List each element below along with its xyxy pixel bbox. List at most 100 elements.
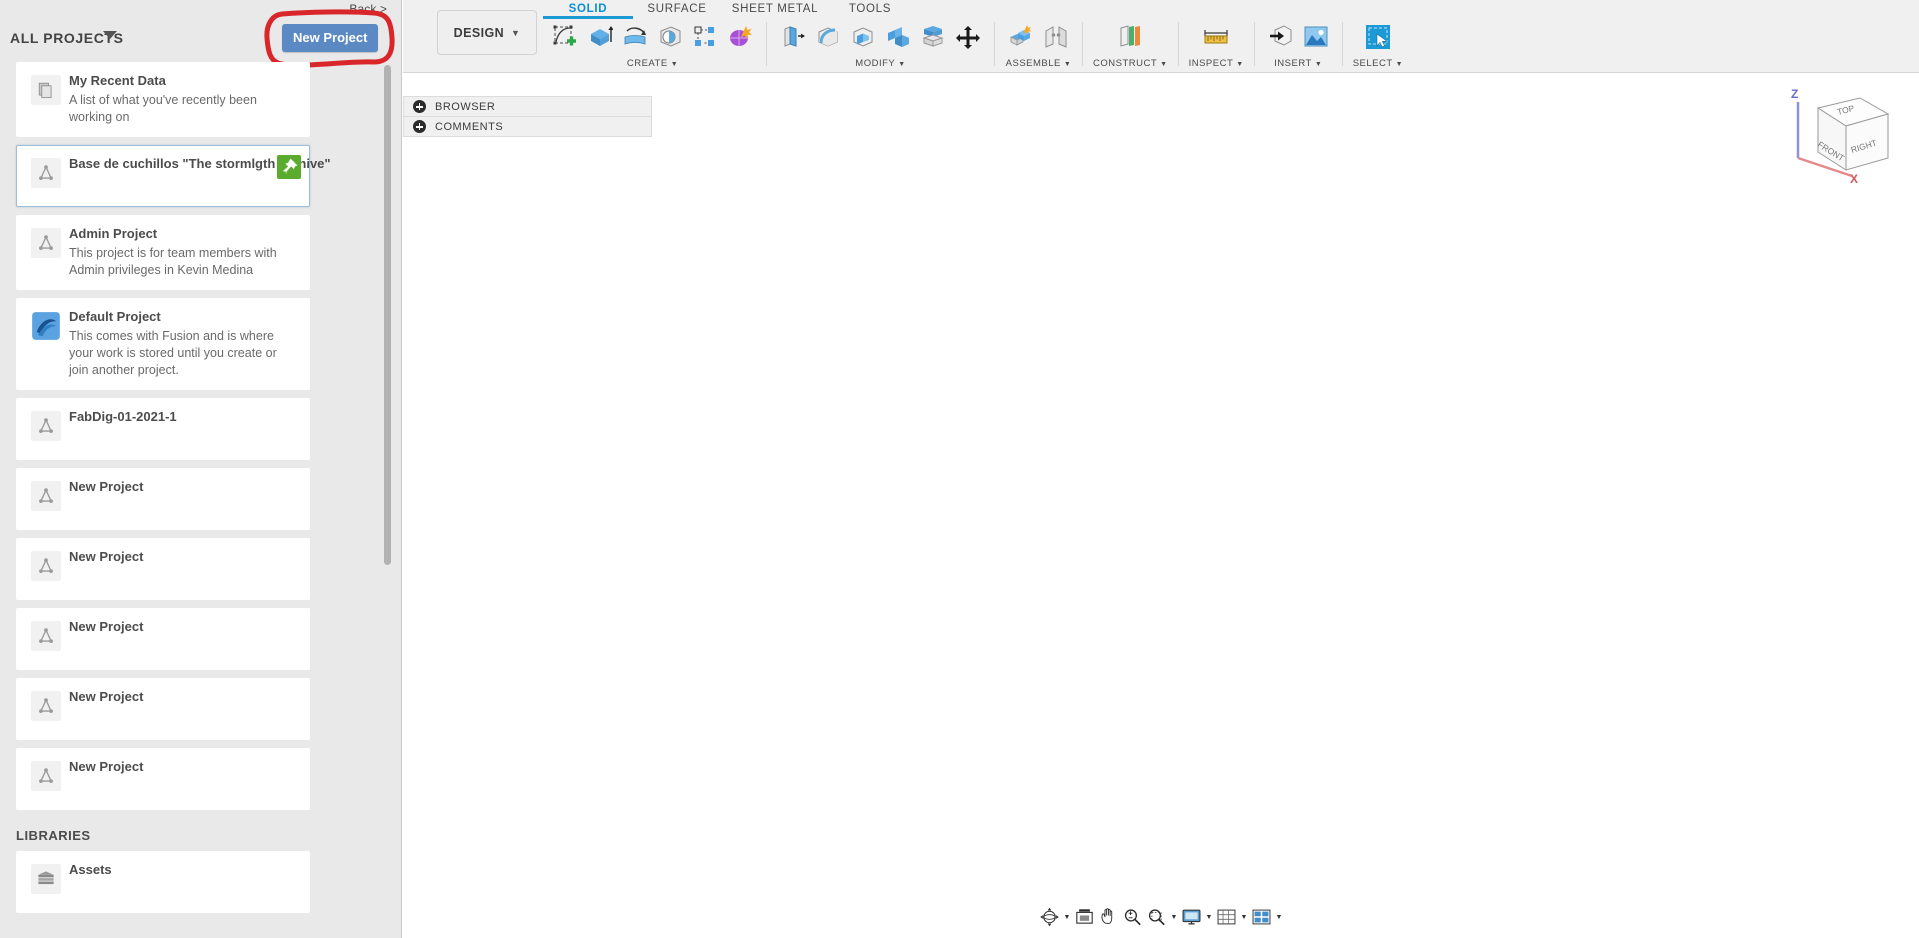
orbit-icon[interactable] bbox=[1039, 906, 1061, 928]
insert-derive-icon[interactable] bbox=[1265, 22, 1297, 52]
create-sketch-icon[interactable] bbox=[549, 22, 581, 52]
chevron-down-icon[interactable] bbox=[103, 31, 117, 39]
project-title: FabDig-01-2021-1 bbox=[69, 409, 177, 424]
chevron-down-icon: ▼ bbox=[670, 61, 679, 68]
ribbon-separator bbox=[994, 22, 995, 66]
tab-tools[interactable]: TOOLS bbox=[829, 0, 911, 15]
zoom-icon[interactable] bbox=[1122, 906, 1144, 928]
ribbon-group-create: CREATE ▼ bbox=[543, 22, 762, 69]
ribbon-separator bbox=[1253, 22, 1255, 66]
viewport-canvas[interactable] bbox=[403, 73, 1919, 938]
grid-snaps-icon[interactable] bbox=[1216, 906, 1238, 928]
libraries-header: LIBRARIES bbox=[16, 828, 91, 843]
move-copy-icon[interactable] bbox=[952, 22, 984, 52]
pan-icon[interactable] bbox=[1098, 906, 1120, 928]
ribbon-group-label-text: ASSEMBLE bbox=[1005, 58, 1061, 69]
project-description: A list of what you've recently been work… bbox=[69, 93, 257, 124]
data-panel: Back > ALL PROJECTS New Project My Recen… bbox=[0, 0, 402, 938]
project-card[interactable]: New Project bbox=[16, 468, 310, 530]
look-at-icon[interactable] bbox=[1074, 906, 1096, 928]
split-face-icon[interactable] bbox=[917, 22, 949, 52]
project-triangle-icon bbox=[31, 691, 61, 721]
project-title: Default Project bbox=[69, 309, 161, 324]
combine-icon[interactable] bbox=[882, 22, 914, 52]
documents-icon bbox=[31, 75, 61, 105]
chevron-down-icon[interactable]: ▼ bbox=[1170, 906, 1179, 928]
ribbon-group-label[interactable]: INSERT ▼ bbox=[1274, 58, 1322, 69]
project-title: New Project bbox=[69, 619, 144, 634]
ribbon-group-label[interactable]: CREATE ▼ bbox=[627, 58, 678, 69]
project-triangle-icon bbox=[31, 761, 61, 791]
shell-icon[interactable] bbox=[847, 22, 879, 52]
panel-row-label: COMMENTS bbox=[435, 120, 504, 133]
joint-icon[interactable] bbox=[1040, 22, 1072, 52]
panel-row-label: BROWSER bbox=[435, 100, 496, 113]
panel-row-comments[interactable]: COMMENTS bbox=[403, 117, 652, 137]
display-settings-icon[interactable] bbox=[1181, 906, 1203, 928]
back-link[interactable]: Back > bbox=[349, 2, 387, 16]
project-triangle-icon bbox=[31, 551, 61, 581]
project-card[interactable]: Admin Project This project is for team me… bbox=[16, 215, 310, 290]
chevron-down-icon: ▼ bbox=[898, 61, 906, 68]
ribbon-group-label[interactable]: CONSTRUCT ▼ bbox=[1093, 58, 1168, 69]
ribbon-group-label[interactable]: INSPECT ▼ bbox=[1189, 58, 1244, 69]
zoom-window-icon[interactable] bbox=[1146, 906, 1168, 928]
project-card[interactable]: New Project bbox=[16, 608, 310, 670]
fillet-icon[interactable] bbox=[812, 22, 844, 52]
ribbon: CREATE ▼ MODIFY ▼ ASSEMBLE ▼ CONSTRUCT ▼ INSPECT… bbox=[543, 22, 1919, 70]
design-workspace-label: DESIGN bbox=[453, 25, 504, 40]
panel-row-browser[interactable]: BROWSER bbox=[403, 96, 652, 117]
offset-plane-icon[interactable] bbox=[1114, 22, 1146, 52]
project-list-scrollbar[interactable] bbox=[384, 65, 391, 565]
tab-surface[interactable]: SURFACE bbox=[633, 0, 721, 15]
chevron-down-icon: ▼ bbox=[1395, 61, 1404, 68]
tab-sheet-metal[interactable]: SHEET METAL bbox=[721, 0, 829, 15]
project-card[interactable]: New Project bbox=[16, 748, 310, 810]
project-description: This comes with Fusion and is where your… bbox=[69, 329, 277, 377]
chevron-down-icon[interactable]: ▼ bbox=[1275, 906, 1284, 928]
project-card[interactable]: Default Project This comes with Fusion an… bbox=[16, 298, 310, 390]
chevron-down-icon: ▼ bbox=[1160, 61, 1168, 68]
project-list[interactable]: My Recent Data A list of what you've rece… bbox=[0, 62, 401, 938]
view-cube[interactable]: Z X TOP FRONT RIGHT bbox=[1786, 84, 1906, 186]
sphere-icon[interactable] bbox=[654, 22, 686, 52]
project-card[interactable]: Base de cuchillos "The stormlgth archive… bbox=[16, 145, 331, 207]
design-workspace-button[interactable]: DESIGN ▼ bbox=[437, 10, 537, 55]
select-window-icon[interactable] bbox=[1362, 22, 1394, 52]
chevron-down-icon[interactable]: ▼ bbox=[1240, 906, 1249, 928]
viewports-icon[interactable] bbox=[1251, 906, 1273, 928]
form-icon[interactable] bbox=[724, 22, 756, 52]
chevron-down-icon[interactable]: ▼ bbox=[1063, 906, 1072, 928]
ribbon-group-modify: MODIFY ▼ bbox=[771, 22, 990, 69]
ribbon-group-construct: CONSTRUCT ▼ bbox=[1087, 22, 1174, 69]
project-card[interactable]: FabDig-01-2021-1 bbox=[16, 398, 310, 460]
project-triangle-icon bbox=[31, 481, 61, 511]
tab-solid[interactable]: SOLID bbox=[543, 0, 633, 19]
expand-plus-icon[interactable] bbox=[413, 100, 426, 113]
ribbon-group-label[interactable]: MODIFY ▼ bbox=[855, 58, 905, 69]
browser-comments-panel: BROWSER COMMENTS bbox=[403, 96, 652, 137]
insert-canvas-icon[interactable] bbox=[1300, 22, 1332, 52]
fusion-swirl-icon bbox=[31, 311, 61, 341]
expand-plus-icon[interactable] bbox=[413, 120, 426, 133]
ribbon-group-label[interactable]: SELECT ▼ bbox=[1353, 58, 1403, 69]
ribbon-separator bbox=[1341, 22, 1343, 66]
project-card[interactable]: New Project bbox=[16, 678, 310, 740]
revolve-icon[interactable] bbox=[619, 22, 651, 52]
project-triangle-icon bbox=[31, 411, 61, 441]
measure-icon[interactable] bbox=[1200, 22, 1232, 52]
library-card[interactable]: Assets bbox=[16, 851, 310, 913]
ribbon-group-label[interactable]: ASSEMBLE ▼ bbox=[1006, 58, 1072, 69]
press-pull-icon[interactable] bbox=[777, 22, 809, 52]
chevron-down-icon[interactable]: ▼ bbox=[1205, 906, 1214, 928]
extrude-icon[interactable] bbox=[584, 22, 616, 52]
pattern-icon[interactable] bbox=[689, 22, 721, 52]
project-card[interactable]: New Project bbox=[16, 538, 310, 600]
new-component-icon[interactable] bbox=[1005, 22, 1037, 52]
project-title: My Recent Data bbox=[69, 73, 166, 88]
ribbon-group-label-text: INSERT bbox=[1274, 58, 1312, 69]
project-card[interactable]: My Recent Data A list of what you've rece… bbox=[16, 62, 310, 137]
pin-badge[interactable] bbox=[277, 155, 301, 179]
ribbon-group-select: SELECT ▼ bbox=[1347, 22, 1409, 69]
new-project-button[interactable]: New Project bbox=[282, 24, 379, 52]
